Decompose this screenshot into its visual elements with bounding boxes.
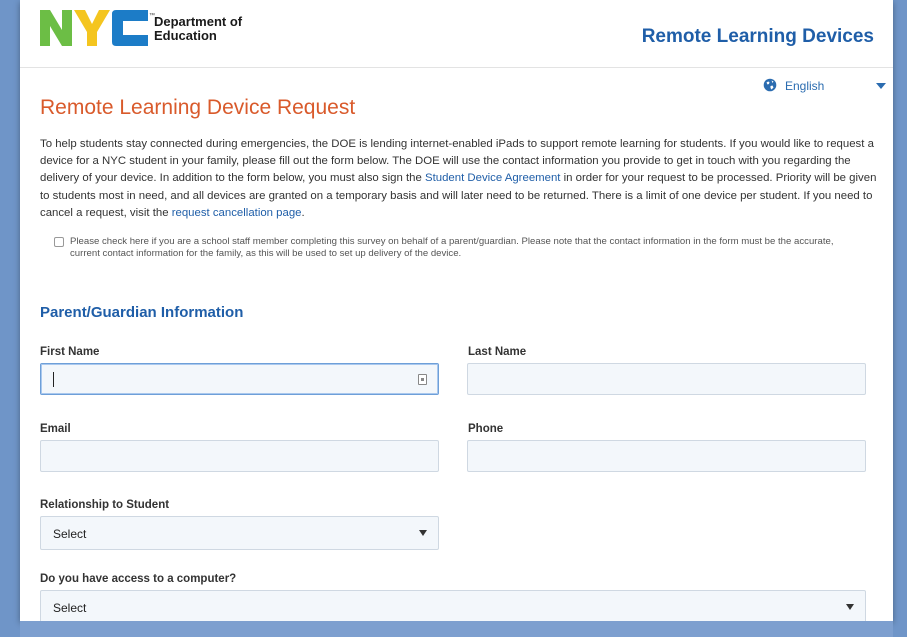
page: ™ Department of Education Remote Learnin… bbox=[20, 0, 893, 621]
phone-label: Phone bbox=[468, 423, 504, 435]
student-device-agreement-link[interactable]: Student Device Agreement bbox=[425, 172, 561, 184]
relationship-select-value: Select bbox=[53, 527, 87, 541]
language-label: English bbox=[785, 79, 825, 93]
globe-icon bbox=[763, 78, 777, 92]
bottom-shadow-bar bbox=[20, 621, 893, 637]
header-divider bbox=[20, 67, 893, 68]
computer-access-select[interactable]: Select bbox=[40, 590, 866, 621]
relationship-select[interactable]: Select bbox=[40, 516, 439, 550]
nyc-doe-logo[interactable]: ™ Department of Education bbox=[40, 8, 265, 50]
first-name-label: First Name bbox=[40, 346, 100, 358]
page-title: Remote Learning Device Request bbox=[40, 96, 356, 119]
nyc-logo-icon bbox=[40, 10, 148, 46]
phone-field[interactable] bbox=[467, 440, 866, 472]
section-title: Parent/Guardian Information bbox=[40, 304, 244, 321]
email-label: Email bbox=[40, 423, 71, 435]
request-cancellation-link[interactable]: request cancellation page bbox=[172, 207, 302, 219]
language-selector[interactable]: English bbox=[763, 78, 893, 94]
logo-text: Department of Education bbox=[154, 15, 242, 43]
staff-member-checkbox[interactable] bbox=[54, 237, 64, 247]
logo-line-1: Department of bbox=[154, 14, 243, 29]
contact-card-icon[interactable] bbox=[418, 374, 427, 385]
dropdown-arrow-icon[interactable] bbox=[410, 517, 438, 549]
dropdown-arrow-icon[interactable] bbox=[837, 591, 865, 621]
last-name-field[interactable] bbox=[467, 363, 866, 395]
intro-paragraph: To help students stay connected during e… bbox=[40, 136, 880, 222]
last-name-label: Last Name bbox=[468, 346, 527, 358]
staff-member-checkbox-row[interactable]: Please check here if you are a school st… bbox=[54, 236, 864, 259]
text-cursor bbox=[53, 372, 54, 387]
chevron-down-icon bbox=[876, 83, 886, 89]
computer-access-label: Do you have access to a computer? bbox=[40, 573, 237, 585]
header: ™ Department of Education Remote Learnin… bbox=[20, 0, 893, 68]
intro-text-3: . bbox=[301, 206, 305, 219]
staff-member-checkbox-label[interactable]: Please check here if you are a school st… bbox=[70, 236, 864, 259]
email-field[interactable] bbox=[40, 440, 439, 472]
computer-access-select-value: Select bbox=[53, 601, 87, 615]
relationship-label: Relationship to Student bbox=[40, 499, 170, 511]
first-name-field[interactable] bbox=[40, 363, 439, 395]
logo-line-2: Education bbox=[154, 28, 217, 43]
site-title[interactable]: Remote Learning Devices bbox=[642, 26, 874, 48]
